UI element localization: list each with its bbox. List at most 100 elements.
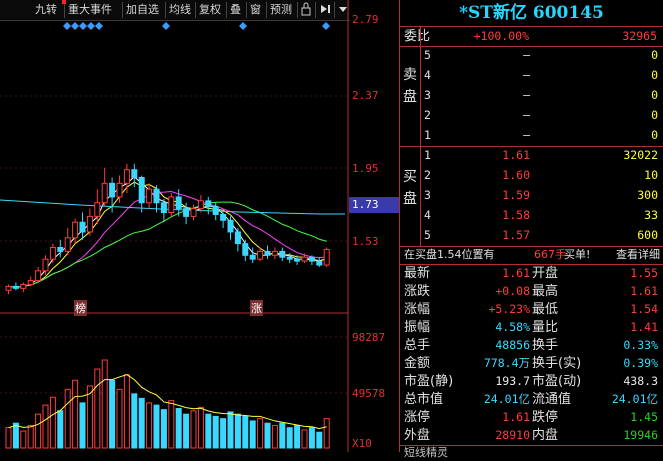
sell-volume: 0 (651, 108, 658, 122)
volume-bar (183, 413, 190, 449)
volume-bar (308, 427, 315, 449)
volume-ma-line (8, 374, 327, 430)
buy-volume: 33 (644, 208, 658, 222)
candle-body (308, 256, 315, 262)
stat-label: 内盘 (532, 428, 559, 443)
buy-level: 2 (424, 168, 431, 182)
stat-value: 24.01亿 (483, 392, 530, 406)
candle-body (323, 248, 330, 266)
view-detail-link[interactable]: 查看详细 (616, 246, 660, 263)
stat-label: 最新 (404, 266, 431, 281)
weibi-label: 委比 (404, 29, 431, 44)
candle-body (175, 196, 182, 210)
kline-chart (0, 0, 349, 452)
current-price-box: 1.73 (349, 197, 399, 213)
buy-row-1[interactable]: 1 1.61 32022 (424, 147, 660, 164)
sell-volume: 0 (651, 88, 658, 102)
stat-value: 0.39% (623, 356, 658, 370)
volume-bar (123, 374, 130, 449)
volume-bar (190, 410, 197, 449)
volume-bar (316, 431, 323, 449)
limit-up-marker[interactable]: 涨 (250, 300, 263, 316)
volume-bar (257, 418, 264, 449)
sell-level: 5 (424, 48, 431, 62)
sell-row-1[interactable]: 1 – 0 (424, 127, 660, 144)
candle-body (279, 250, 286, 258)
sell-volume: 0 (651, 68, 658, 82)
stat-value: 1.61 (502, 410, 530, 424)
sell-row-5[interactable]: 5 – 0 (424, 47, 660, 64)
stat-row: 总市值 24.01亿 流通值 24.01亿 (404, 391, 660, 408)
candle-body (257, 250, 264, 260)
stat-label: 流通值 (532, 392, 572, 407)
stat-value: 1.45 (630, 410, 658, 424)
volume-bar (279, 422, 286, 449)
sell-row-2[interactable]: 2 – 0 (424, 107, 660, 124)
event-markers (63, 22, 330, 30)
stat-row: 金额 778.4万 换手(实) 0.39% (404, 355, 660, 372)
candle-body (72, 221, 79, 239)
stat-label: 开盘 (532, 266, 559, 281)
notice-text: 在买盘1.54位置有 (404, 248, 495, 261)
candle-body (109, 182, 116, 198)
notice-row[interactable]: 在买盘1.54位置有 667手 买单! 查看详细 (404, 246, 662, 263)
candle-body (168, 196, 175, 213)
sell-row-3[interactable]: 3 – 0 (424, 87, 660, 104)
sell-price: – (523, 128, 530, 142)
candle-body (49, 247, 56, 260)
stat-label: 涨跌 (404, 284, 431, 299)
stat-label: 最低 (532, 302, 559, 317)
buy-volume: 32022 (623, 148, 658, 162)
volume-bar (153, 404, 160, 449)
stat-value: 24.01亿 (611, 392, 658, 406)
stat-label: 市盈(动) (532, 374, 582, 389)
buy-volume: 600 (637, 228, 658, 242)
candle-body (316, 260, 323, 266)
bottom-tab[interactable]: 短线精灵 (404, 444, 448, 461)
candle-body (183, 208, 190, 217)
buy-volume: 10 (644, 168, 658, 182)
stat-label: 换手(实) (532, 356, 582, 371)
stat-label: 市盈(静) (404, 374, 454, 389)
volume-bar (249, 420, 256, 449)
candle-body (27, 280, 34, 285)
stat-value: 1.61 (502, 266, 530, 280)
notice-action: 买单! (564, 248, 591, 261)
volume-bar (197, 406, 204, 449)
price-tick: 2.37 (352, 89, 379, 102)
candle-body (264, 250, 271, 256)
volume-bar (57, 410, 64, 449)
buy-label: 买盘 (403, 169, 417, 207)
volume-bar (138, 397, 145, 449)
weibi-diff: 32965 (622, 29, 657, 43)
stat-label: 金额 (404, 356, 431, 371)
candle-body (12, 285, 19, 289)
buy-row-2[interactable]: 2 1.60 10 (424, 167, 660, 184)
sell-price: – (523, 108, 530, 122)
sell-volume: 0 (651, 48, 658, 62)
stat-value: 48856 (495, 338, 530, 352)
stat-row: 涨跌 +0.08 最高 1.61 (404, 283, 660, 300)
notice-volume: 667手 (534, 248, 566, 261)
volume-bar (27, 424, 34, 449)
volume-unit: X10 (352, 437, 372, 450)
stat-value: +5.23% (488, 302, 530, 316)
ma-line (8, 201, 327, 288)
volume-bar (12, 422, 19, 449)
buy-row-3[interactable]: 3 1.59 300 (424, 187, 660, 204)
candle-body (20, 283, 27, 289)
list-marker[interactable]: 榜 (74, 300, 87, 316)
stat-label: 涨幅 (404, 302, 431, 317)
buy-row-4[interactable]: 4 1.58 33 (424, 207, 660, 224)
volume-bar (79, 402, 86, 449)
stat-value: 19946 (623, 428, 658, 442)
sell-price: – (523, 48, 530, 62)
sell-row-4[interactable]: 4 – 0 (424, 67, 660, 84)
volume-bar (175, 408, 182, 449)
volume-bar (242, 415, 249, 449)
ma-line (8, 176, 327, 288)
volume-bar (294, 424, 301, 449)
buy-row-5[interactable]: 5 1.57 600 (424, 227, 660, 244)
buy-price: 1.58 (502, 208, 530, 222)
volume-bar (323, 418, 330, 449)
